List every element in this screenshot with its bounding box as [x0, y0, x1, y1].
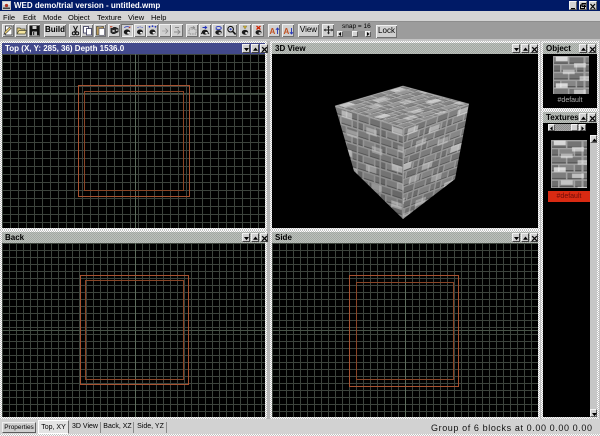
svg-text:A: A	[270, 27, 276, 36]
svg-text:A: A	[284, 27, 290, 36]
